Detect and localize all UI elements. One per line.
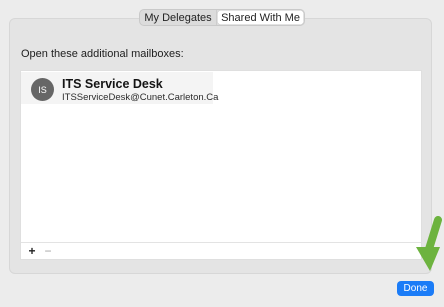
remove-mailbox-button[interactable]: − — [41, 244, 55, 258]
tab-my-delegates[interactable]: My Delegates — [140, 10, 218, 25]
mailbox-list: IS ITS Service Desk ITSServiceDesk@Cunet… — [20, 70, 422, 260]
mailbox-email: ITSServiceDesk@Cunet.Carleton.Ca — [62, 92, 219, 103]
add-mailbox-button[interactable]: + — [25, 244, 39, 258]
tab-shared-with-me[interactable]: Shared With Me — [217, 10, 304, 25]
mailbox-title: ITS Service Desk — [62, 77, 163, 91]
avatar: IS — [31, 78, 54, 101]
list-item[interactable]: IS ITS Service Desk ITSServiceDesk@Cunet… — [21, 72, 218, 104]
green-arrow-icon — [416, 216, 442, 271]
done-button[interactable]: Done — [397, 281, 434, 296]
list-footer: + − — [21, 242, 421, 259]
tab-control: My Delegates Shared With Me — [139, 9, 305, 26]
panel-instruction: Open these additional mailboxes: — [21, 48, 184, 60]
